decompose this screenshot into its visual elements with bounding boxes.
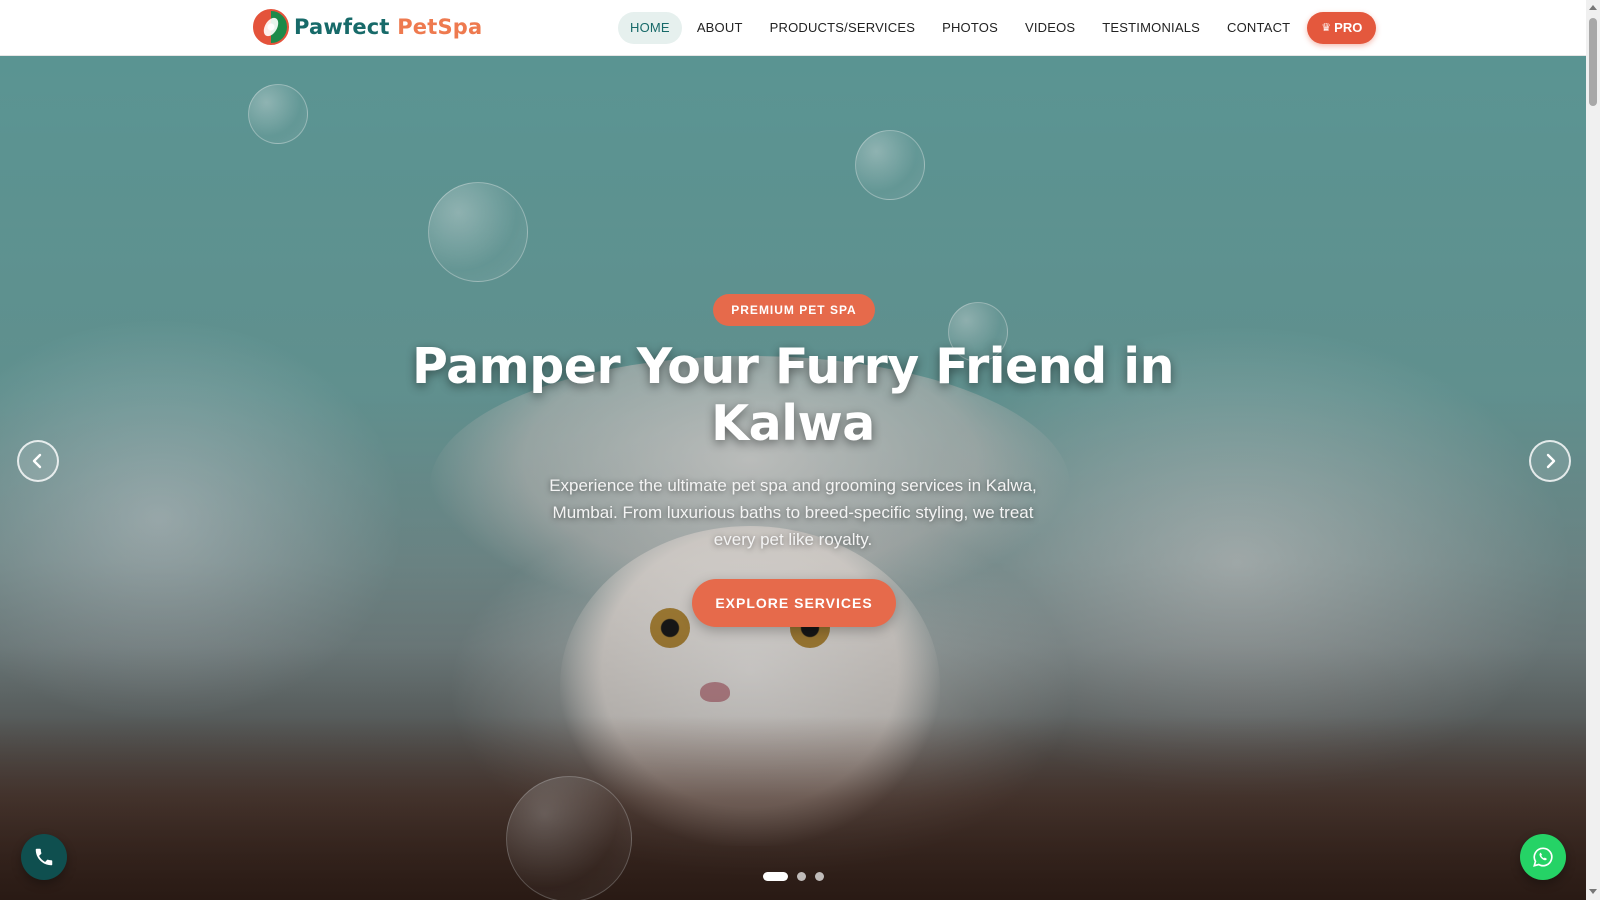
site-header: Pawfect PetSpa HOME ABOUT PRODUCTS/SERVI… <box>0 0 1586 56</box>
brand-name-part1: Pawfect <box>294 15 390 39</box>
nav-item-photos[interactable]: PHOTOS <box>930 12 1010 44</box>
hero-subtitle: Experience the ultimate pet spa and groo… <box>549 476 1037 549</box>
call-button[interactable] <box>21 834 67 880</box>
chevron-right-icon <box>1546 453 1556 469</box>
nav-item-videos[interactable]: VIDEOS <box>1013 12 1087 44</box>
hero-badge: PREMIUM PET SPA <box>713 294 875 326</box>
carousel-dot[interactable] <box>797 872 806 881</box>
hero-carousel: PREMIUM PET SPA Pamper Your Furry Friend… <box>0 56 1586 900</box>
explore-services-button[interactable]: EXPLORE SERVICES <box>692 579 896 627</box>
carousel-next-button[interactable] <box>1529 440 1571 482</box>
nav-item-home[interactable]: HOME <box>618 12 682 44</box>
brand-name: Pawfect PetSpa <box>294 15 482 39</box>
whatsapp-icon <box>1533 847 1553 867</box>
main-nav: HOME ABOUT PRODUCTS/SERVICES PHOTOS VIDE… <box>618 12 1377 44</box>
carousel-prev-button[interactable] <box>17 440 59 482</box>
pro-button[interactable]: ♛ PRO <box>1307 12 1377 44</box>
paw-leaf-logo-icon <box>253 9 289 45</box>
nav-item-contact[interactable]: CONTACT <box>1215 12 1302 44</box>
hero-content: PREMIUM PET SPA Pamper Your Furry Friend… <box>0 56 1586 900</box>
scrollbar-thumb[interactable] <box>1589 18 1597 106</box>
scroll-down-icon[interactable] <box>1589 889 1597 894</box>
carousel-dot[interactable] <box>815 872 824 881</box>
brand-logo[interactable]: Pawfect PetSpa <box>253 9 482 45</box>
hero-title: Pamper Your Furry Friend in Kalwa <box>412 338 1174 452</box>
carousel-indicators <box>763 872 833 881</box>
nav-item-about[interactable]: ABOUT <box>685 12 755 44</box>
pro-button-label: PRO <box>1334 20 1363 35</box>
nav-item-testimonials[interactable]: TESTIMONIALS <box>1090 12 1212 44</box>
page-scrollbar[interactable] <box>1586 0 1600 900</box>
chevron-left-icon <box>32 453 42 469</box>
brand-name-part2: PetSpa <box>397 15 483 39</box>
scroll-up-icon[interactable] <box>1589 5 1597 10</box>
whatsapp-button[interactable] <box>1520 834 1566 880</box>
carousel-dot[interactable] <box>763 872 788 881</box>
phone-icon <box>35 848 53 866</box>
nav-item-products-services[interactable]: PRODUCTS/SERVICES <box>758 12 927 44</box>
crown-icon: ♛ <box>1321 22 1332 34</box>
